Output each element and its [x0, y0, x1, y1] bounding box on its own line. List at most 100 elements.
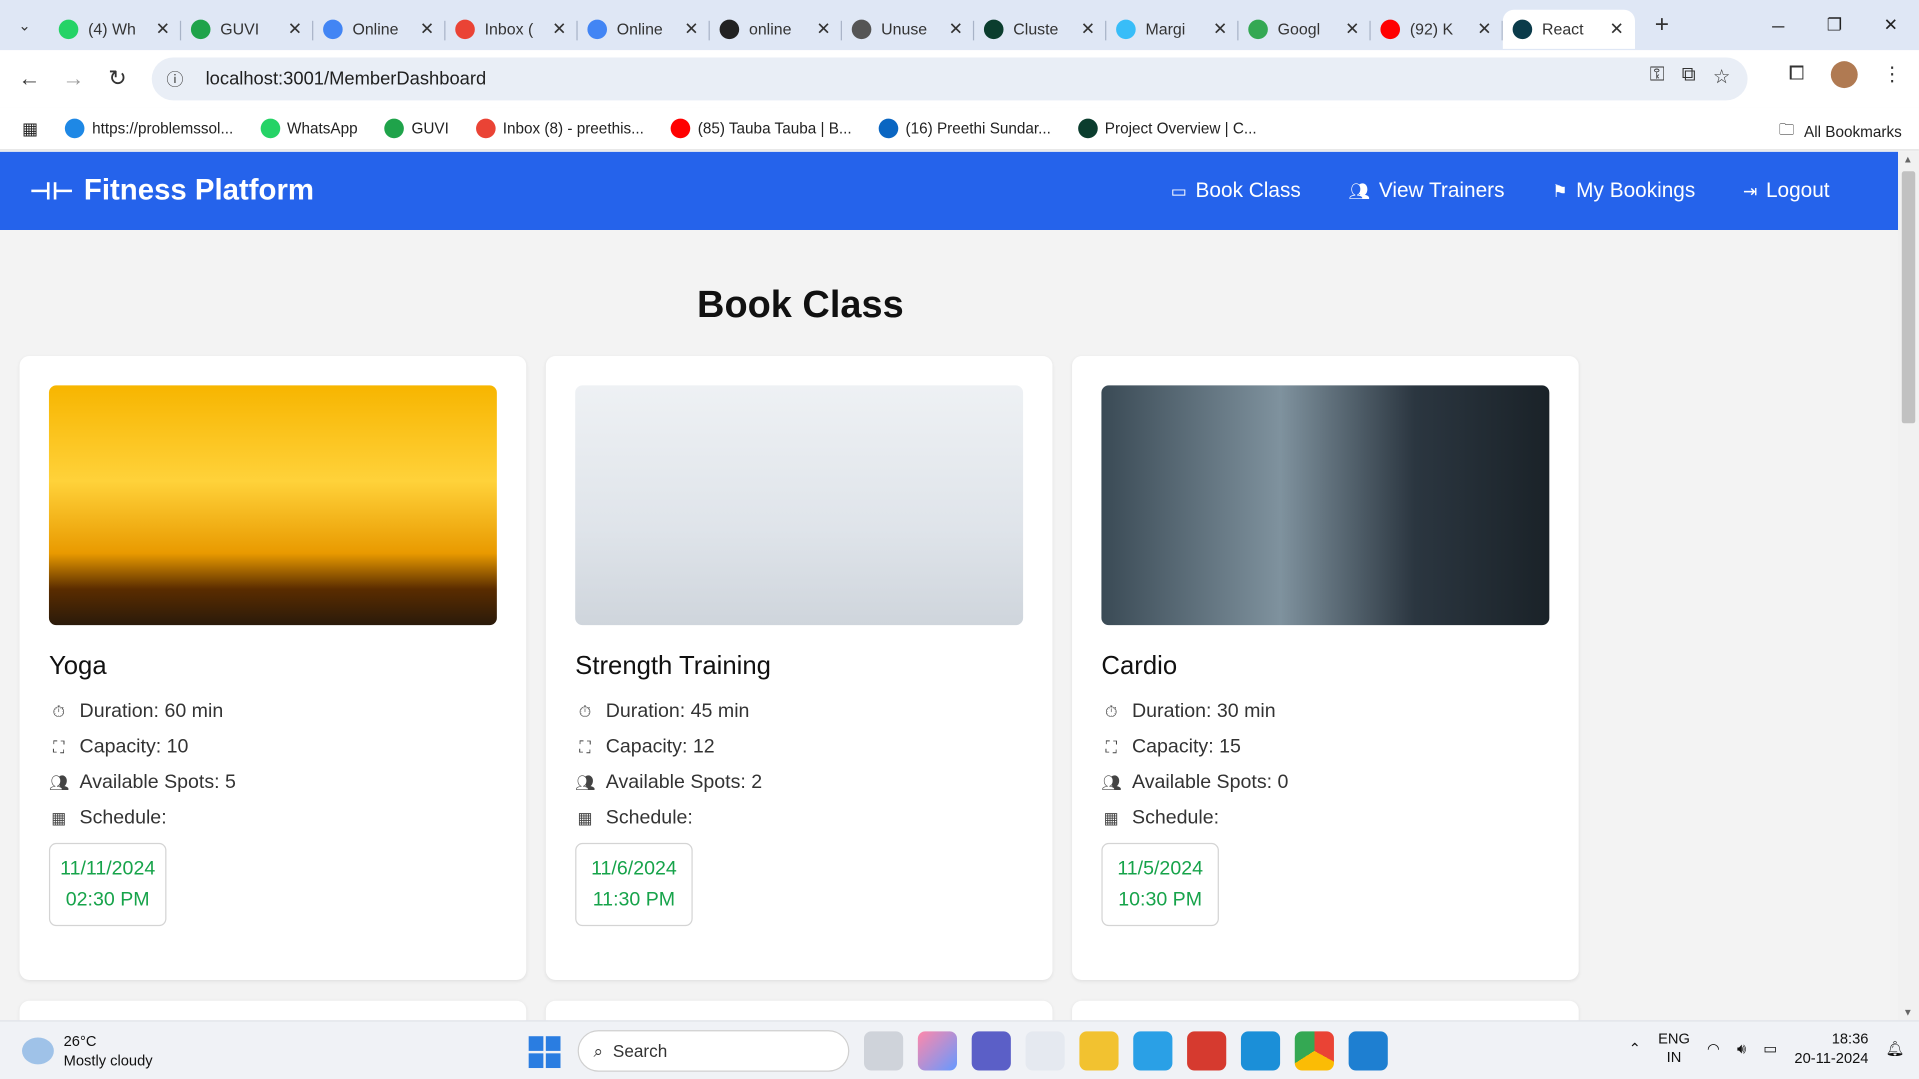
browser-tab[interactable]: Cluste ✕	[974, 9, 1107, 48]
more-menu-icon[interactable]: ⋮	[1875, 57, 1909, 91]
volume-icon[interactable]: 🔊︎	[1737, 1039, 1746, 1057]
scroll-down-icon[interactable]: ▼	[1903, 1007, 1913, 1018]
chrome-icon[interactable]	[1294, 1031, 1334, 1071]
mcafee-icon[interactable]	[1187, 1031, 1227, 1071]
browser-tab-strip: ⌄ (4) Wh ✕ GUVI ✕ Online ✕ Inbox ( ✕ Onl…	[0, 0, 1919, 51]
nav-link-view-trainers[interactable]: 👥︎ View Trainers	[1349, 179, 1505, 203]
tab-close-icon[interactable]: ✕	[551, 18, 568, 39]
bookmark-item[interactable]: (16) Preethi Sundar...	[878, 118, 1051, 139]
scroll-up-icon[interactable]: ▲	[1903, 154, 1913, 165]
apps-grid-icon[interactable]: ▦	[22, 118, 38, 139]
all-bookmarks-button[interactable]: 🗀 All Bookmarks	[1779, 119, 1902, 145]
new-tab-button[interactable]: +	[1645, 8, 1679, 42]
vscode-icon[interactable]	[1348, 1031, 1388, 1071]
close-icon[interactable]: ✕	[1863, 0, 1919, 50]
tab-search-button[interactable]: ⌄	[7, 8, 41, 42]
tab-close-icon[interactable]: ✕	[947, 18, 964, 39]
tab-title: Online	[616, 19, 663, 38]
install-app-icon[interactable]: ⧉	[1682, 65, 1696, 89]
class-card	[1072, 1000, 1579, 1021]
browser-tab[interactable]: Inbox ( ✕	[445, 9, 578, 48]
browser-tab[interactable]: GUVI ✕	[181, 9, 314, 48]
start-button[interactable]	[528, 1036, 561, 1069]
wifi-icon[interactable]: ◠	[1707, 1040, 1720, 1057]
chevron-up-icon[interactable]: ⌃	[1629, 1040, 1641, 1057]
clock[interactable]: 18:36 20-11-2024	[1794, 1029, 1868, 1068]
star-icon[interactable]: ☆	[1713, 65, 1731, 89]
tab-close-icon[interactable]: ✕	[1608, 18, 1625, 39]
bookmark-item[interactable]: Inbox (8) - preethis...	[475, 118, 644, 139]
tab-close-icon[interactable]: ✕	[1476, 18, 1493, 39]
browser-tab[interactable]: (92) K ✕	[1371, 9, 1503, 48]
weather-widget[interactable]: 26°C Mostly cloudy	[22, 1031, 153, 1070]
browser-tab[interactable]: React ✕	[1502, 9, 1635, 49]
language-indicator[interactable]: ENG IN	[1658, 1030, 1690, 1067]
extensions-icon[interactable]: ⧠	[1779, 57, 1813, 91]
browser-tab[interactable]: Googl ✕	[1238, 9, 1371, 48]
tab-close-icon[interactable]: ✕	[286, 18, 303, 39]
app-viewport: ⊣⊢ Fitness Platform ▭ Book Class 👥︎ View …	[0, 151, 1899, 1021]
bookmark-label: (16) Preethi Sundar...	[905, 119, 1051, 138]
omnibox-actions: ⚿ ⧉ ☆	[1650, 65, 1731, 89]
schedule-date: 11/6/2024	[591, 858, 677, 880]
tab-list: (4) Wh ✕ GUVI ✕ Online ✕ Inbox ( ✕ Onlin…	[49, 0, 1635, 50]
ticket-icon: ▭	[1170, 180, 1187, 201]
bookmark-item[interactable]: GUVI	[384, 118, 449, 139]
tab-close-icon[interactable]: ✕	[1212, 18, 1229, 39]
schedule-slot-button[interactable]: 11/6/2024 11:30 PM	[575, 842, 693, 927]
store-icon[interactable]	[1025, 1031, 1065, 1071]
bookmark-item[interactable]: Project Overview | C...	[1077, 118, 1257, 139]
class-name: Cardio	[1101, 652, 1178, 681]
restore-icon[interactable]: ❐	[1806, 0, 1862, 50]
forward-button[interactable]: →	[51, 57, 95, 101]
tab-title: online	[748, 19, 792, 38]
class-card[interactable]: Strength Training ⏱ Duration: 45 min ⛶ Cap…	[545, 356, 1053, 980]
task-view-icon[interactable]	[864, 1031, 904, 1071]
browser-tab[interactable]: Online ✕	[313, 9, 446, 48]
tab-close-icon[interactable]: ✕	[683, 18, 700, 39]
nav-link-logout[interactable]: ⇥ Logout	[1743, 179, 1830, 203]
minimize-icon[interactable]: ─	[1750, 0, 1806, 50]
back-button[interactable]: ←	[7, 57, 51, 101]
battery-icon[interactable]: ▭	[1763, 1040, 1777, 1057]
profile-avatar[interactable]	[1830, 61, 1858, 89]
schedule-slot-button[interactable]: 11/11/2024 02:30 PM	[48, 842, 167, 927]
tab-favicon-icon	[1248, 18, 1268, 39]
tab-close-icon[interactable]: ✕	[1344, 18, 1361, 39]
schedule-time: 11:30 PM	[592, 889, 676, 911]
arrow-left-icon: ←	[18, 66, 41, 91]
schedule-slot-button[interactable]: 11/5/2024 10:30 PM	[1101, 842, 1219, 927]
tab-close-icon[interactable]: ✕	[1079, 18, 1096, 39]
class-name: Yoga	[48, 652, 107, 681]
edge-icon[interactable]	[1240, 1031, 1281, 1071]
file-explorer-icon[interactable]	[1079, 1031, 1119, 1071]
browser-tab[interactable]: (4) Wh ✕	[49, 9, 182, 48]
browser-tab[interactable]: Online ✕	[578, 9, 710, 48]
page-scrollbar[interactable]: ▲ ▼	[1898, 151, 1919, 1021]
copilot-icon[interactable]	[917, 1031, 958, 1071]
bookmark-item[interactable]: https://problemssol...	[65, 118, 233, 139]
bookmark-item[interactable]: (85) Tauba Tauba | B...	[670, 118, 852, 139]
nav-link-my-bookings[interactable]: ⚑ My Bookings	[1552, 179, 1695, 203]
password-key-icon[interactable]: ⚿	[1650, 65, 1665, 89]
class-card[interactable]: Cardio ⏱ Duration: 30 min ⛶ Capacity: 15 👥…	[1072, 356, 1579, 980]
browser-tab[interactable]: online ✕	[710, 9, 842, 48]
class-card[interactable]: Yoga ⏱ Duration: 60 min ⛶ Capacity: 10 👥︎ A…	[19, 356, 527, 980]
browser-tab[interactable]: Margi ✕	[1106, 9, 1239, 48]
tab-close-icon[interactable]: ✕	[815, 18, 832, 39]
teams-icon[interactable]	[971, 1031, 1011, 1071]
help-icon[interactable]	[1133, 1031, 1173, 1071]
tab-close-icon[interactable]: ✕	[419, 18, 436, 39]
address-bar[interactable]: ⓘ localhost:3001/MemberDashboard ⚿ ⧉ ☆	[151, 57, 1748, 101]
reload-button[interactable]: ↻	[95, 57, 139, 101]
scrollbar-thumb[interactable]	[1901, 171, 1916, 424]
bookmark-favicon-icon	[670, 118, 691, 139]
bookmark-item[interactable]: WhatsApp	[260, 118, 358, 139]
tab-close-icon[interactable]: ✕	[154, 18, 171, 39]
site-info-icon[interactable]: ⓘ	[166, 67, 195, 91]
brand[interactable]: ⊣⊢ Fitness Platform	[29, 174, 314, 208]
notification-bell-icon[interactable]: 🔔︎	[1886, 1040, 1905, 1057]
taskbar-search[interactable]: ⌕ Search	[577, 1030, 850, 1072]
nav-link-book-class[interactable]: ▭ Book Class	[1171, 179, 1301, 203]
browser-tab[interactable]: Unuse ✕	[842, 9, 975, 48]
